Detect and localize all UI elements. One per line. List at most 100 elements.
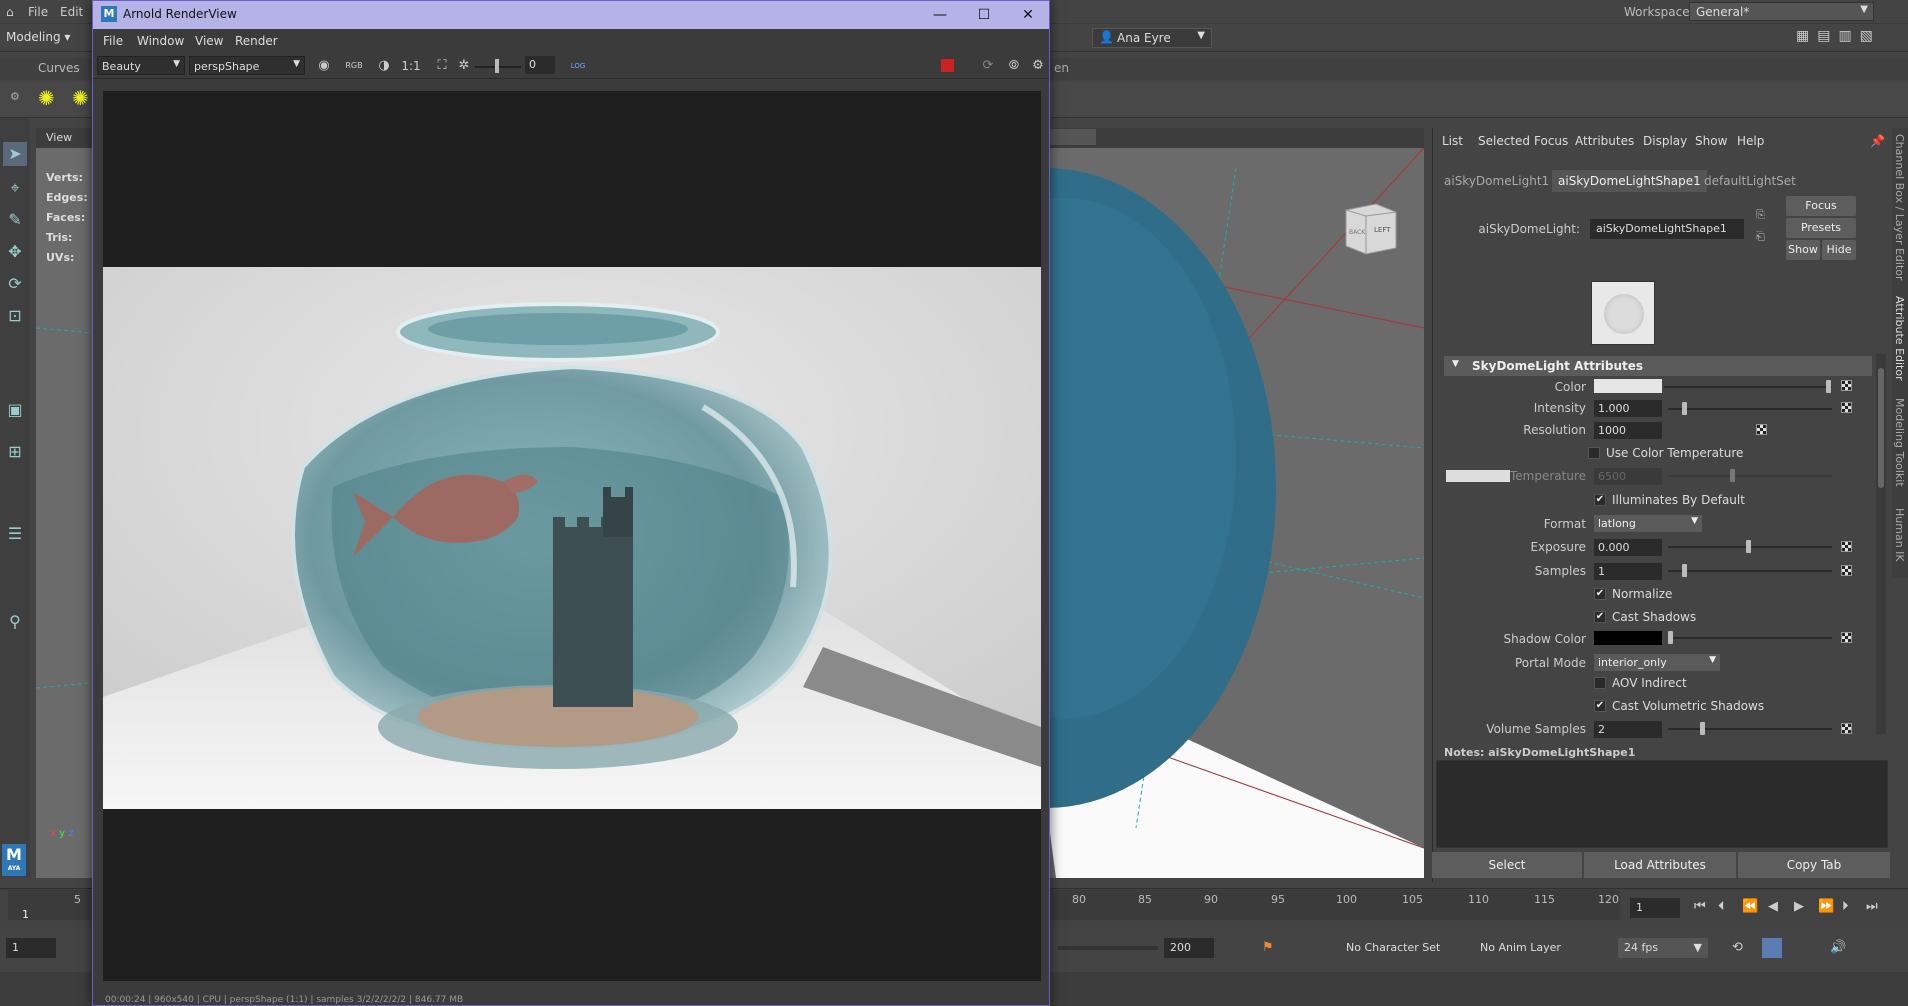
side-tab-attribute-editor[interactable]: Attribute Editor xyxy=(1893,296,1906,381)
aov-dropdown[interactable]: Beauty ▼ xyxy=(97,56,185,75)
workspace-select[interactable]: General* ▼ xyxy=(1689,2,1874,21)
scale-tool-icon[interactable]: ⊡ xyxy=(3,304,27,328)
layout-single-icon[interactable]: ▣ xyxy=(3,398,27,422)
ae-menu-display[interactable]: Display xyxy=(1643,134,1687,148)
move-tool-icon[interactable]: ✥ xyxy=(3,240,27,264)
cast-shadows-checkbox[interactable]: ✔ xyxy=(1594,611,1606,623)
map-button-icon[interactable] xyxy=(1841,632,1852,643)
pin-icon[interactable]: 📌 xyxy=(1870,134,1885,148)
fit-frame-icon[interactable]: ⛶ xyxy=(433,57,451,75)
light-icon[interactable]: ✺ xyxy=(38,86,55,110)
ae-tab-lightset[interactable]: defaultLightSet xyxy=(1698,170,1802,192)
go-to-start-icon[interactable]: ⏮ xyxy=(1694,899,1706,914)
ae-menu-help[interactable]: Help xyxy=(1737,134,1764,148)
color-swatch[interactable] xyxy=(1594,379,1662,393)
map-button-icon[interactable] xyxy=(1841,541,1852,552)
intensity-slider-knob[interactable] xyxy=(1682,402,1687,415)
fps-dropdown[interactable]: 24 fps ▼ xyxy=(1618,938,1708,958)
exposure-slider-knob[interactable] xyxy=(495,59,499,73)
node-goto-icon[interactable]: ⎘ xyxy=(1756,208,1765,222)
ae-tab-transform[interactable]: aiSkyDomeLight1 xyxy=(1438,170,1555,192)
step-back-key-icon[interactable]: ⏪ xyxy=(1742,899,1758,914)
map-button-icon[interactable] xyxy=(1841,380,1852,391)
shadow-color-slider[interactable] xyxy=(1668,637,1832,639)
step-back-icon[interactable]: ⏴ xyxy=(1718,899,1725,914)
log-icon[interactable]: LOG xyxy=(569,57,587,75)
map-button-icon[interactable] xyxy=(1756,424,1767,435)
current-frame-field[interactable]: 1 xyxy=(1630,898,1680,918)
layout-four-icon[interactable]: ⊞ xyxy=(3,440,27,464)
shadow-color-swatch[interactable] xyxy=(1594,631,1662,645)
mode-select[interactable]: Modeling ▾ xyxy=(2,28,94,48)
exposure-icon[interactable]: ✲ xyxy=(455,57,473,75)
intensity-slider[interactable] xyxy=(1668,408,1832,410)
ae-menu-selected[interactable]: Selected xyxy=(1478,134,1530,148)
auto-key-icon[interactable]: ⚑ xyxy=(1262,940,1274,955)
exposure-field[interactable]: 0.000 xyxy=(1594,539,1662,556)
camera-dropdown[interactable]: perspShape ▼ xyxy=(189,56,305,75)
map-button-icon[interactable] xyxy=(1841,402,1852,413)
focus-button[interactable]: Focus xyxy=(1786,196,1856,216)
lasso-tool-icon[interactable]: ⌖ xyxy=(3,176,27,200)
user-select[interactable]: 👤 Ana Eyre ▼ xyxy=(1092,28,1212,48)
rv-menu-render[interactable]: Render xyxy=(235,34,278,48)
copy-tab-button[interactable]: Copy Tab xyxy=(1738,852,1890,878)
map-button-icon[interactable] xyxy=(1841,565,1852,576)
rotate-tool-icon[interactable]: ⟳ xyxy=(3,272,27,296)
close-icon[interactable]: ✕ xyxy=(1013,4,1043,26)
cast-volumetric-shadows-checkbox[interactable]: ✔ xyxy=(1594,700,1606,712)
ae-tab-shape[interactable]: aiSkyDomeLightShape1 xyxy=(1552,170,1707,192)
range-end-field[interactable]: 200 xyxy=(1164,938,1214,958)
settings-gear-icon[interactable]: ⚙ xyxy=(1029,57,1047,75)
sound-icon[interactable]: 🔊 xyxy=(1830,940,1846,955)
range-slider-bar[interactable] xyxy=(1058,946,1158,950)
map-button-icon[interactable] xyxy=(1841,723,1852,734)
side-tab-human-ik[interactable]: Human IK xyxy=(1893,508,1906,562)
rv-menu-file[interactable]: File xyxy=(103,34,123,48)
exposure-slider-knob[interactable] xyxy=(1746,540,1751,553)
samples-slider-knob[interactable] xyxy=(1682,564,1687,577)
light-icon-2[interactable]: ✺ xyxy=(72,86,89,110)
side-tab-modeling-toolkit[interactable]: Modeling Toolkit xyxy=(1893,398,1906,487)
volume-samples-slider[interactable] xyxy=(1668,728,1832,730)
illuminates-checkbox[interactable]: ✔ xyxy=(1594,494,1606,506)
shelf-settings-icon[interactable]: ⚙ xyxy=(10,90,20,103)
color-slider[interactable] xyxy=(1664,386,1832,388)
intensity-field[interactable]: 1.000 xyxy=(1594,400,1662,417)
play-forward-icon[interactable]: ▶ xyxy=(1794,899,1804,914)
renderview-titlebar[interactable]: M Arnold RenderView — ☐ ✕ xyxy=(93,1,1049,29)
exposure-field[interactable]: 0 xyxy=(525,56,555,74)
maya-home-icon[interactable]: ⌂ xyxy=(6,5,14,19)
volume-samples-field[interactable]: 2 xyxy=(1594,721,1662,738)
node-next-icon[interactable]: ⎗ xyxy=(1756,230,1765,244)
cache-icon[interactable] xyxy=(1762,938,1782,958)
color-slider-knob[interactable] xyxy=(1826,380,1831,393)
samples-field[interactable]: 1 xyxy=(1594,563,1662,580)
normalize-checkbox[interactable]: ✔ xyxy=(1594,588,1606,600)
ae-scrollbar[interactable] xyxy=(1876,354,1886,734)
shadow-color-slider-knob[interactable] xyxy=(1668,631,1673,644)
outliner-icon[interactable]: ☰ xyxy=(3,522,27,546)
ipr-icon[interactable]: ⦾ xyxy=(1005,57,1023,75)
samples-slider[interactable] xyxy=(1668,570,1832,572)
maximize-icon[interactable]: ☐ xyxy=(969,4,999,26)
step-forward-key-icon[interactable]: ⏩ xyxy=(1818,899,1834,914)
volume-samples-slider-knob[interactable] xyxy=(1700,722,1705,735)
stop-render-icon[interactable] xyxy=(941,59,954,72)
side-tab-channel-box[interactable]: Channel Box / Layer Editor xyxy=(1893,134,1906,281)
load-attributes-button[interactable]: Load Attributes xyxy=(1584,852,1736,878)
select-tool-icon[interactable]: ➤ xyxy=(3,142,27,166)
render-image[interactable] xyxy=(103,267,1041,809)
rv-menu-window[interactable]: Window xyxy=(137,34,184,48)
go-to-end-icon[interactable]: ⏭ xyxy=(1866,899,1878,914)
contrast-icon[interactable]: ◑ xyxy=(375,57,393,75)
ae-scrollbar-thumb[interactable] xyxy=(1878,368,1884,488)
ae-menu-focus[interactable]: Focus xyxy=(1534,134,1568,148)
maya-menu-edit[interactable]: Edit xyxy=(60,5,83,19)
rgb-icon[interactable]: RGB xyxy=(345,57,363,75)
channel-alpha-icon[interactable]: ◉ xyxy=(315,57,333,75)
format-dropdown[interactable]: latlong ▼ xyxy=(1594,515,1702,532)
ae-menu-attributes[interactable]: Attributes xyxy=(1575,134,1634,148)
ae-menu-show[interactable]: Show xyxy=(1695,134,1727,148)
play-backward-icon[interactable]: ◀ xyxy=(1768,899,1778,914)
